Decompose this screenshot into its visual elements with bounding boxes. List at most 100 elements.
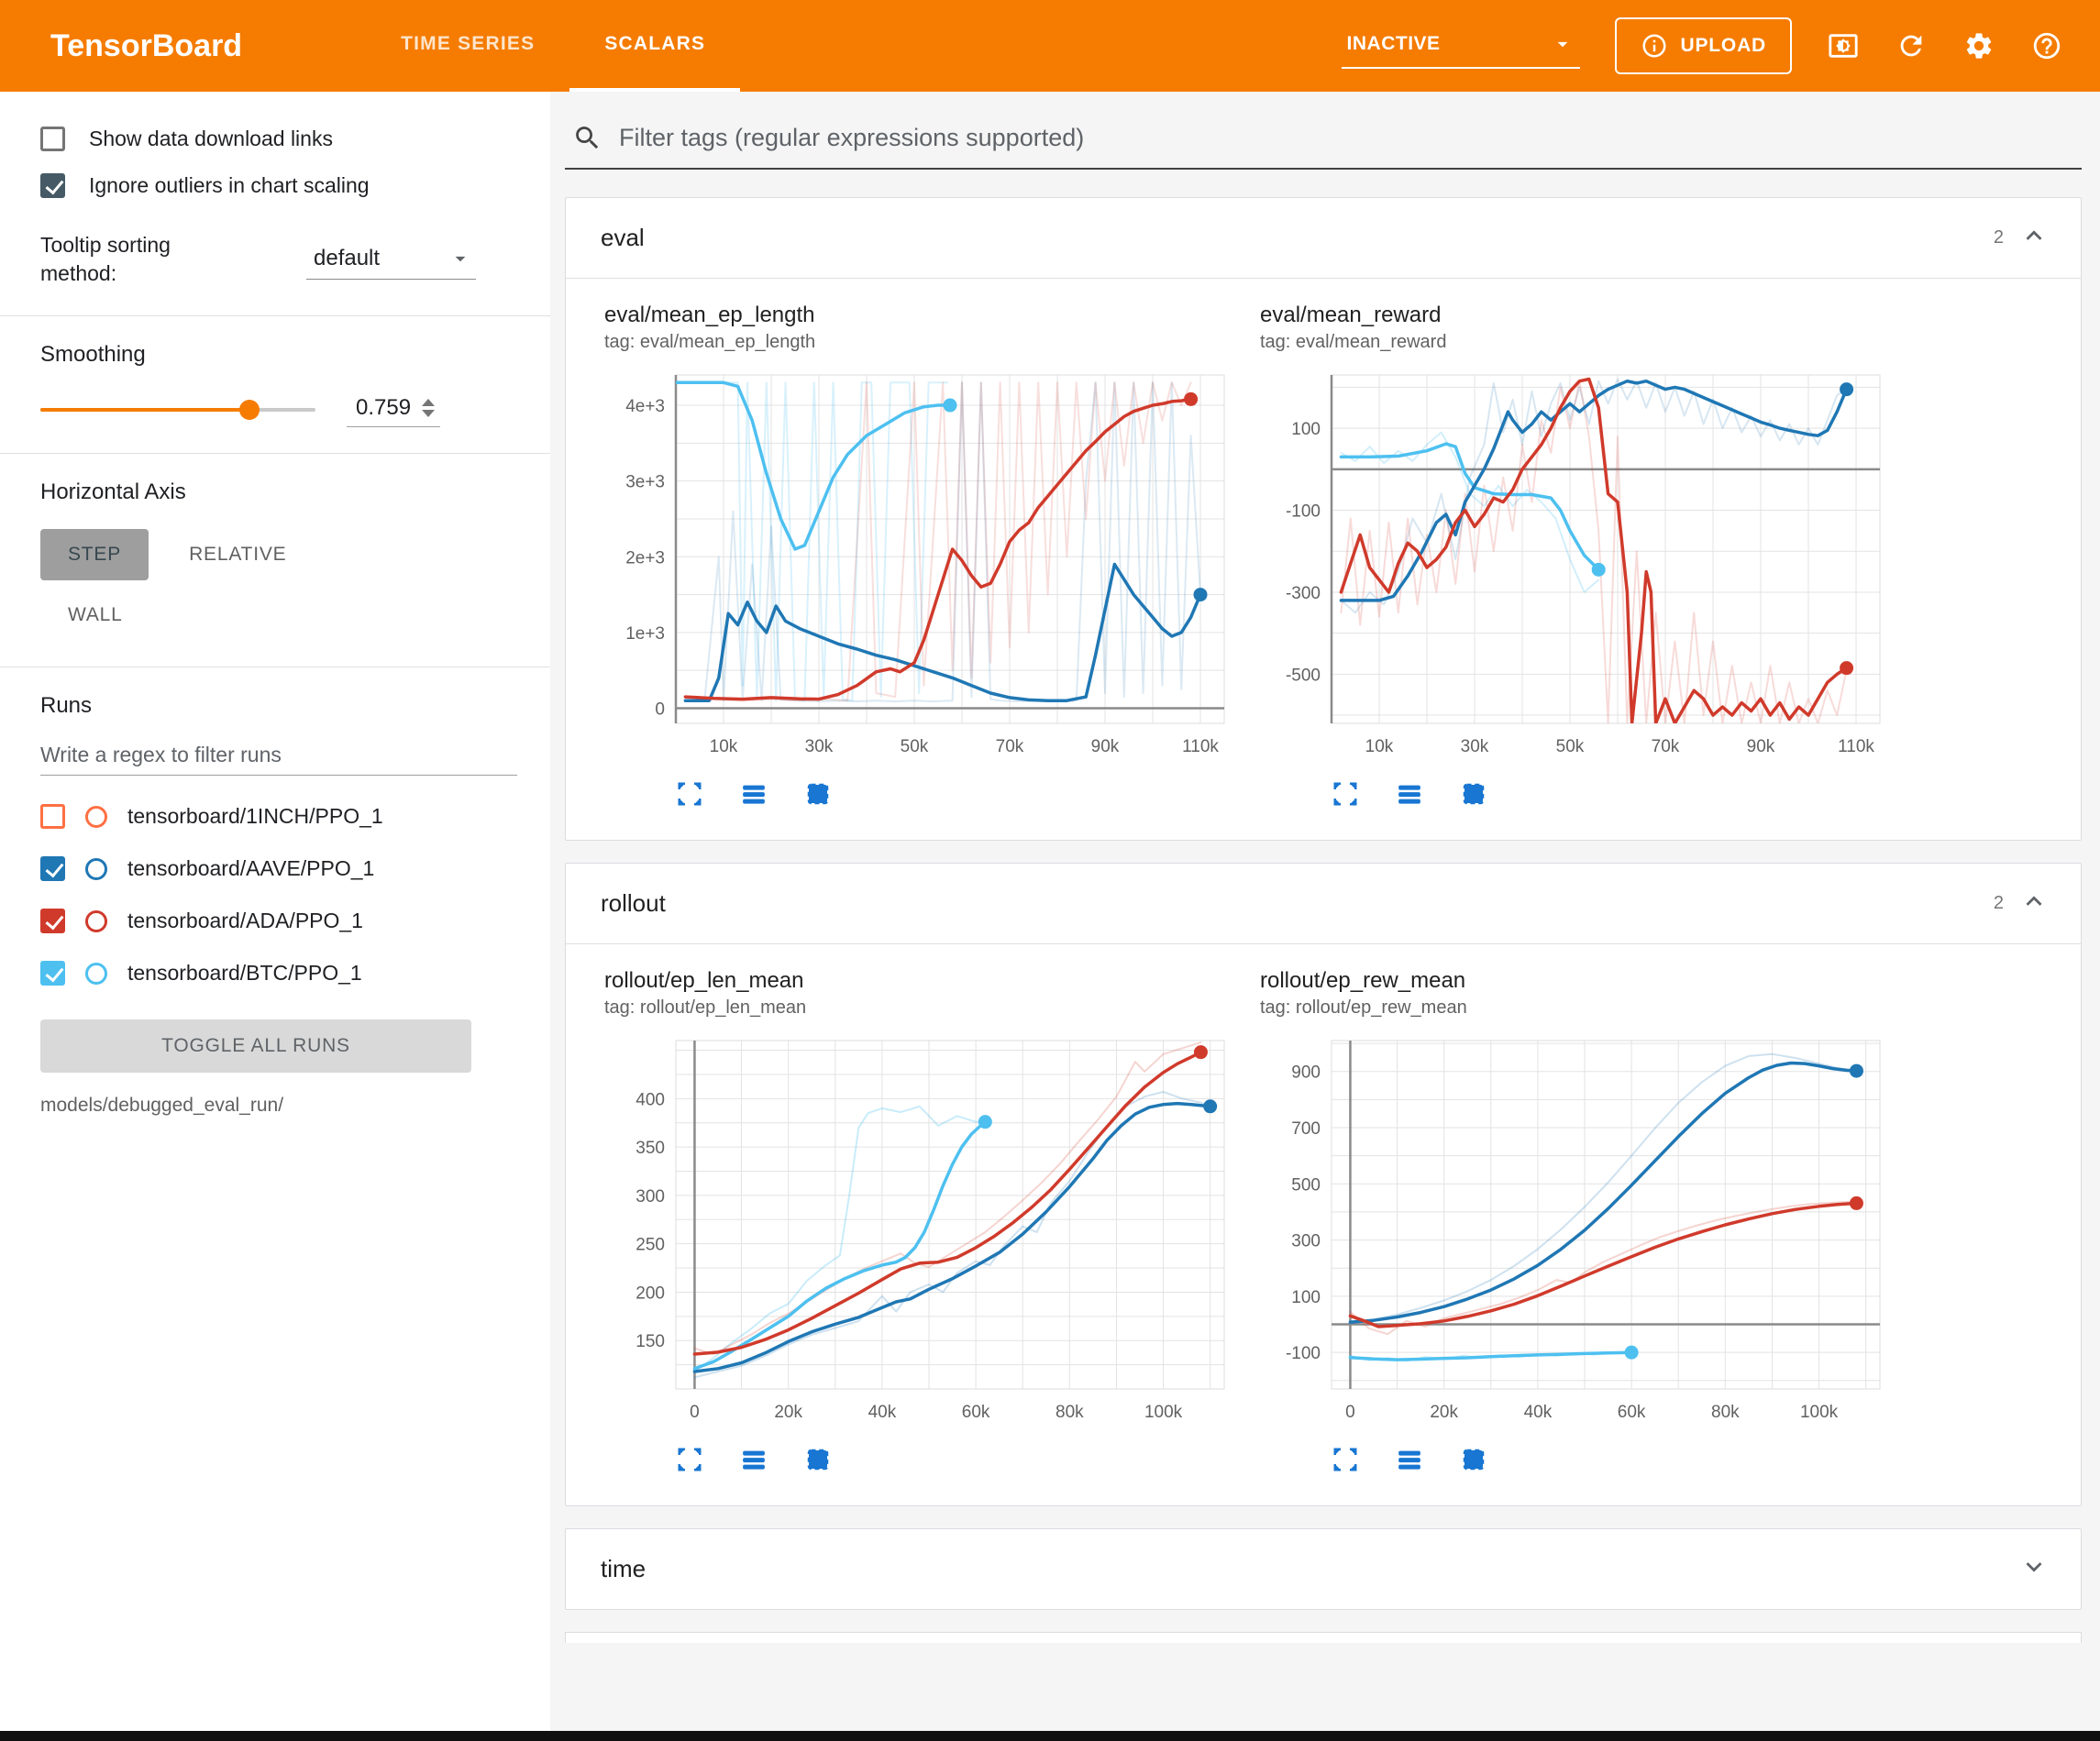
section-header-rollout[interactable]: rollout 2 [566, 864, 2081, 943]
slider-thumb[interactable] [239, 400, 260, 420]
chart-data-table-icon[interactable] [740, 780, 768, 812]
svg-text:50k: 50k [1556, 737, 1585, 756]
section-count-badge: 2 [1994, 227, 2004, 248]
chart-title: rollout/ep_len_mean [604, 968, 1260, 994]
ignore-outliers-row[interactable]: Ignore outliers in chart scaling [40, 173, 517, 198]
run-checkbox[interactable] [40, 804, 65, 829]
chart-fit-domain-icon[interactable] [1460, 1446, 1487, 1478]
chart-fit-domain-icon[interactable] [804, 1446, 832, 1478]
chart-tag: tag: rollout/ep_len_mean [604, 997, 1260, 1019]
ignore-outliers-label: Ignore outliers in chart scaling [89, 173, 370, 198]
svg-text:900: 900 [1291, 1063, 1321, 1083]
run-checkbox[interactable] [40, 856, 65, 881]
svg-text:90k: 90k [1747, 737, 1775, 756]
smoothing-slider[interactable] [40, 408, 315, 412]
axis-relative-button[interactable]: RELATIVE [161, 529, 314, 580]
collapse-chevron-icon[interactable] [2018, 1551, 2050, 1587]
chart-expand-icon[interactable] [1332, 780, 1359, 812]
show-download-links-checkbox[interactable] [40, 127, 65, 151]
svg-text:90k: 90k [1091, 737, 1120, 756]
status-dropdown-value: INACTIVE [1347, 33, 1441, 55]
svg-text:300: 300 [636, 1187, 665, 1207]
tag-filter-field [565, 117, 2082, 170]
run-item-1inch[interactable]: tensorboard/1INCH/PPO_1 [40, 790, 517, 843]
svg-text:40k: 40k [868, 1403, 897, 1422]
chart-fit-domain-icon[interactable] [804, 780, 832, 812]
status-dropdown[interactable]: INACTIVE [1342, 23, 1580, 69]
svg-text:150: 150 [636, 1332, 665, 1351]
chart-expand-icon[interactable] [676, 780, 703, 812]
refresh-icon[interactable] [1895, 29, 1928, 62]
collapse-chevron-icon[interactable] [2018, 220, 2050, 256]
chart-fit-domain-icon[interactable] [1460, 780, 1487, 812]
runs-filter-input[interactable] [40, 743, 517, 767]
svg-text:30k: 30k [1461, 737, 1489, 756]
chart-expand-icon[interactable] [676, 1446, 703, 1478]
svg-text:2e+3: 2e+3 [625, 548, 665, 567]
smoothing-value-input[interactable]: 0.759 [347, 391, 440, 427]
line-chart-plot[interactable]: 10k30k50k70k90k110k01e+32e+33e+34e+3 [604, 368, 1237, 765]
run-checkbox[interactable] [40, 909, 65, 933]
runs-filter-field [40, 743, 517, 776]
sidebar-divider [0, 315, 550, 316]
tooltip-sorting-dropdown[interactable]: default [306, 240, 476, 280]
upload-button[interactable]: UPLOAD [1615, 17, 1792, 74]
chart-title: eval/mean_ep_length [604, 303, 1260, 328]
sidebar-divider [0, 453, 550, 454]
section-card-rollout: rollout 2 rollout/ep_len_mean tag: rollo… [565, 863, 2082, 1506]
settings-gear-icon[interactable] [1962, 29, 1995, 62]
tooltip-sorting-value: default [314, 246, 380, 271]
chart-expand-icon[interactable] [1332, 1446, 1359, 1478]
svg-text:10k: 10k [1365, 737, 1394, 756]
next-section-card-edge [565, 1632, 2082, 1643]
svg-text:100: 100 [1291, 1288, 1321, 1307]
svg-text:700: 700 [1291, 1119, 1321, 1139]
svg-text:300: 300 [1291, 1232, 1321, 1251]
tab-time-series[interactable]: TIME SERIES [366, 0, 569, 92]
svg-text:400: 400 [636, 1090, 665, 1109]
window-edge [0, 1731, 2100, 1741]
svg-text:100: 100 [1291, 420, 1321, 439]
help-icon[interactable] [2030, 29, 2063, 62]
tag-filter-input[interactable] [619, 124, 2078, 152]
tab-bar: TIME SERIES SCALARS [366, 0, 740, 92]
chevron-down-icon [448, 247, 472, 270]
ignore-outliers-checkbox[interactable] [40, 173, 65, 198]
line-chart-plot[interactable]: 020k40k60k80k100k150200250300350400 [604, 1033, 1237, 1430]
line-chart-plot[interactable]: 020k40k60k80k100k-100100300500700900 [1260, 1033, 1893, 1430]
axis-wall-button[interactable]: WALL [40, 590, 150, 641]
run-item-btc[interactable]: tensorboard/BTC/PPO_1 [40, 947, 517, 999]
brightness-icon[interactable] [1827, 29, 1860, 62]
axis-step-button[interactable]: STEP [40, 529, 149, 580]
spinner-arrows-icon[interactable] [422, 399, 435, 417]
smoothing-label: Smoothing [40, 342, 517, 368]
run-item-aave[interactable]: tensorboard/AAVE/PPO_1 [40, 843, 517, 895]
chart-data-table-icon[interactable] [1396, 780, 1423, 812]
smoothing-value: 0.759 [356, 395, 411, 421]
show-download-links-row[interactable]: Show data download links [40, 127, 517, 151]
section-card-eval: eval 2 eval/mean_ep_length tag: eval/mea… [565, 197, 2082, 841]
section-count-badge: 2 [1994, 893, 2004, 914]
svg-text:100k: 100k [1800, 1403, 1839, 1422]
svg-text:10k: 10k [710, 737, 738, 756]
chart-title: eval/mean_reward [1260, 303, 1916, 328]
section-card-time: time [565, 1528, 2082, 1610]
svg-text:-300: -300 [1286, 584, 1321, 603]
section-header-time[interactable]: time [566, 1529, 2081, 1609]
tooltip-sorting-label: Tooltip sorting method: [40, 231, 224, 288]
collapse-chevron-icon[interactable] [2018, 886, 2050, 921]
run-checkbox[interactable] [40, 961, 65, 986]
section-title: rollout [601, 889, 666, 918]
svg-text:250: 250 [636, 1236, 665, 1255]
run-color-circle-icon [85, 806, 107, 828]
chart-data-table-icon[interactable] [740, 1446, 768, 1478]
tab-scalars[interactable]: SCALARS [569, 0, 740, 92]
section-title: time [601, 1555, 646, 1583]
section-header-eval[interactable]: eval 2 [566, 198, 2081, 278]
toggle-all-runs-button[interactable]: TOGGLE ALL RUNS [40, 1019, 471, 1073]
upload-button-label: UPLOAD [1681, 35, 1766, 57]
chart-data-table-icon[interactable] [1396, 1446, 1423, 1478]
run-item-ada[interactable]: tensorboard/ADA/PPO_1 [40, 895, 517, 947]
line-chart-plot[interactable]: 10k30k50k70k90k110k100-100-300-500 [1260, 368, 1893, 765]
svg-text:0: 0 [655, 700, 665, 719]
